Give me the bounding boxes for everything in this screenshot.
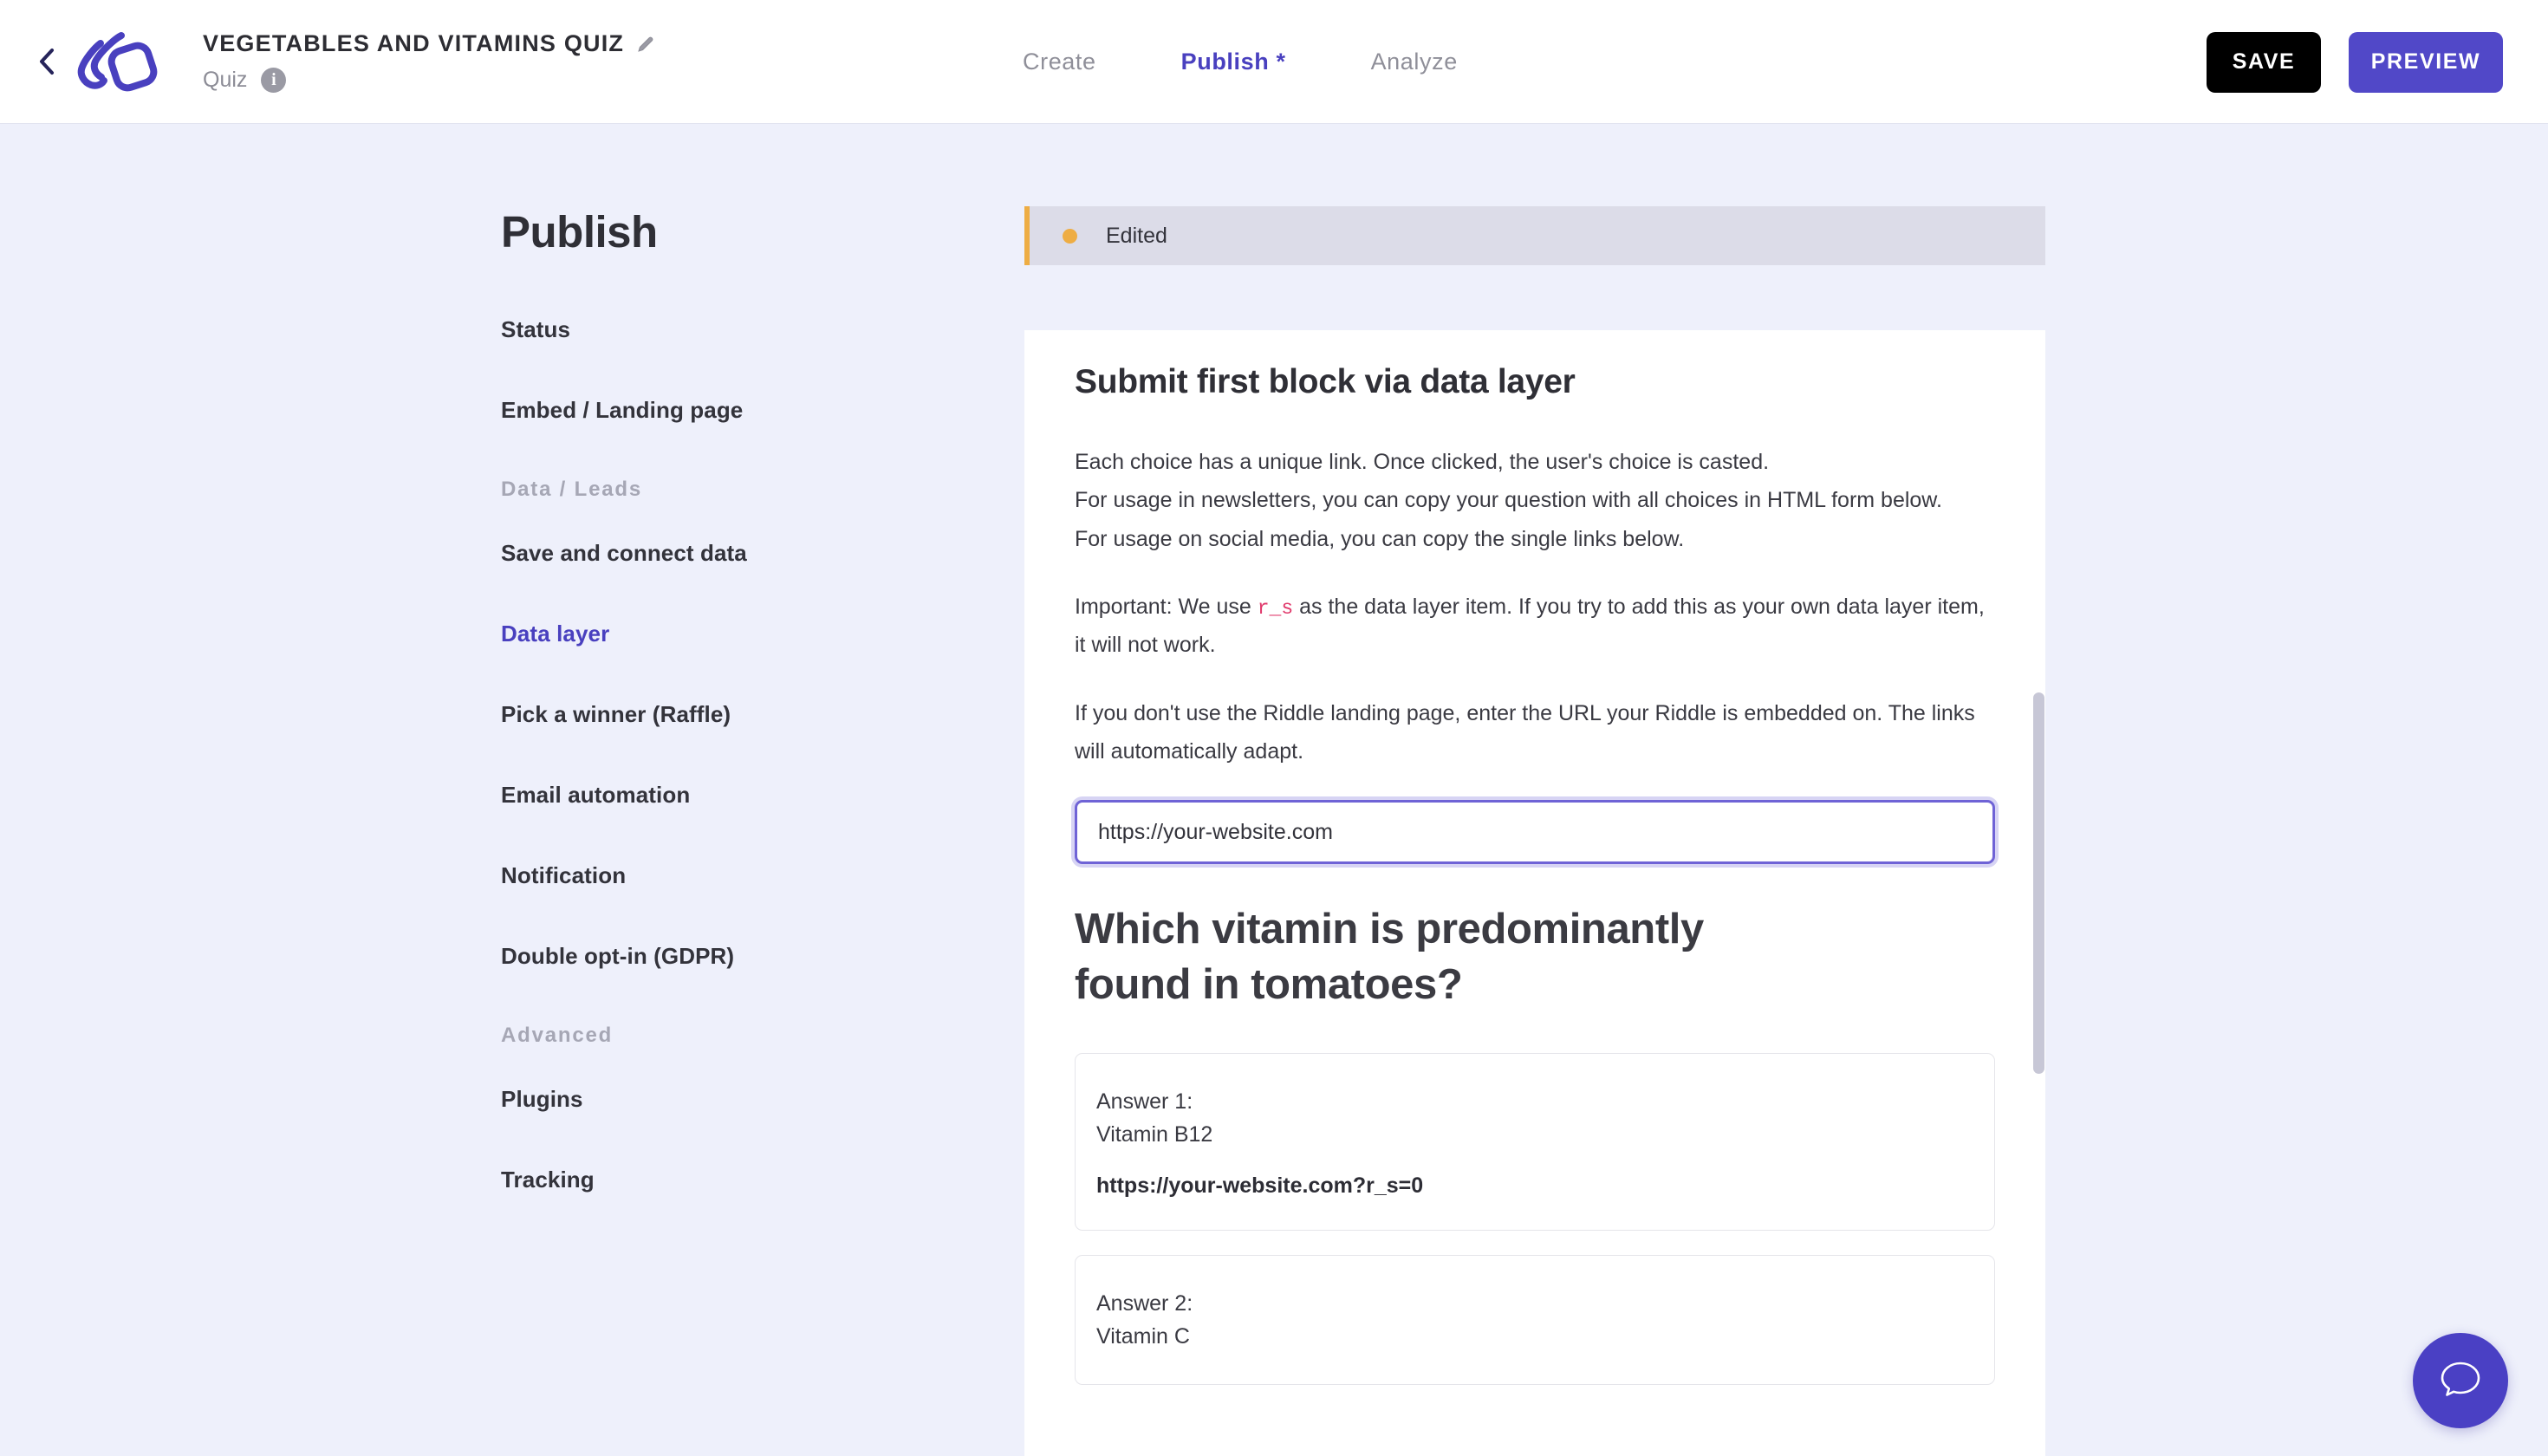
- status-badge: Edited: [1024, 206, 2045, 265]
- back-button[interactable]: [26, 47, 68, 76]
- chevron-left-icon: [37, 47, 56, 76]
- chat-bubble-icon: [2437, 1355, 2484, 1407]
- answer-card-2: Answer 2: Vitamin C: [1075, 1254, 1995, 1385]
- preview-button[interactable]: PREVIEW: [2349, 31, 2503, 93]
- intro-paragraph: Each choice has a unique link. Once clic…: [1075, 443, 1995, 558]
- sidebar-item-embed-landing-page[interactable]: Embed / Landing page: [501, 397, 986, 424]
- content-type-label: Quiz: [203, 68, 248, 92]
- content-scrollbar[interactable]: [2033, 330, 2044, 1456]
- chat-support-button[interactable]: [2413, 1333, 2508, 1428]
- title-block: VEGETABLES AND VITAMINS QUIZ Quiz i: [203, 30, 655, 93]
- answer-1-link[interactable]: https://your-website.com?r_s=0: [1096, 1173, 1973, 1199]
- sidebar-item-tracking[interactable]: Tracking: [501, 1167, 986, 1193]
- card-heading: Submit first block via data layer: [1075, 363, 1576, 400]
- important-paragraph: Important: We use r_s as the data layer …: [1075, 588, 1995, 665]
- pencil-icon[interactable]: [636, 35, 655, 54]
- sidebar-item-save-and-connect-data[interactable]: Save and connect data: [501, 540, 986, 567]
- important-prefix: Important: We use: [1075, 594, 1258, 619]
- answer-2-number: Answer 2:: [1096, 1290, 1193, 1316]
- tab-analyze[interactable]: Analyze: [1371, 49, 1458, 75]
- intro-line-1: Each choice has a unique link. Once clic…: [1075, 450, 1770, 474]
- question-heading: Which vitamin is predominantly found in …: [1075, 906, 1704, 1008]
- sidebar-group-advanced: Advanced: [501, 1024, 614, 1047]
- answer-1-number: Answer 1:: [1096, 1089, 1193, 1114]
- publish-sidebar: Publish Status Embed / Landing page Data…: [501, 206, 986, 1247]
- sidebar-item-data-layer[interactable]: Data layer: [501, 621, 986, 647]
- tab-create[interactable]: Create: [1023, 49, 1096, 75]
- content-scrollbar-thumb[interactable]: [2033, 692, 2044, 1074]
- status-label: Edited: [1106, 223, 1167, 248]
- sidebar-title: Publish: [501, 207, 658, 257]
- status-dot-icon: [1063, 228, 1077, 244]
- answer-1-text: Vitamin B12: [1096, 1121, 1213, 1147]
- riddle-logo-icon[interactable]: [75, 27, 168, 96]
- data-layer-code: r_s: [1257, 596, 1294, 620]
- sidebar-item-notification[interactable]: Notification: [501, 862, 986, 889]
- content-card: Submit first block via data layer Each c…: [1024, 330, 2045, 1456]
- page-body: Publish Status Embed / Landing page Data…: [0, 124, 2548, 1456]
- landing-page-paragraph: If you don't use the Riddle landing page…: [1075, 700, 1975, 764]
- main-tabs: Create Publish * Analyze: [1023, 0, 1458, 124]
- intro-line-3: For usage on social media, you can copy …: [1075, 526, 1685, 551]
- topbar-actions: SAVE PREVIEW: [2207, 0, 2503, 124]
- sidebar-item-plugins[interactable]: Plugins: [501, 1086, 986, 1113]
- sidebar-item-status[interactable]: Status: [501, 316, 986, 343]
- tab-publish[interactable]: Publish *: [1181, 49, 1286, 75]
- url-input[interactable]: [1077, 819, 1992, 845]
- answer-2-text: Vitamin C: [1096, 1323, 1190, 1349]
- intro-line-2: For usage in newsletters, you can copy y…: [1075, 488, 1942, 513]
- sidebar-item-pick-a-winner[interactable]: Pick a winner (Raffle): [501, 701, 986, 728]
- top-bar: VEGETABLES AND VITAMINS QUIZ Quiz i Crea…: [0, 0, 2548, 124]
- website-url-field[interactable]: [1075, 800, 1995, 865]
- sidebar-group-data-leads: Data / Leads: [501, 478, 642, 501]
- sidebar-item-email-automation[interactable]: Email automation: [501, 782, 986, 809]
- save-button[interactable]: SAVE: [2207, 31, 2321, 93]
- sidebar-item-double-opt-in[interactable]: Double opt-in (GDPR): [501, 943, 986, 970]
- info-icon[interactable]: i: [261, 68, 287, 93]
- page-title: VEGETABLES AND VITAMINS QUIZ: [203, 30, 625, 56]
- answer-card-1: Answer 1: Vitamin B12 https://your-websi…: [1075, 1052, 1995, 1231]
